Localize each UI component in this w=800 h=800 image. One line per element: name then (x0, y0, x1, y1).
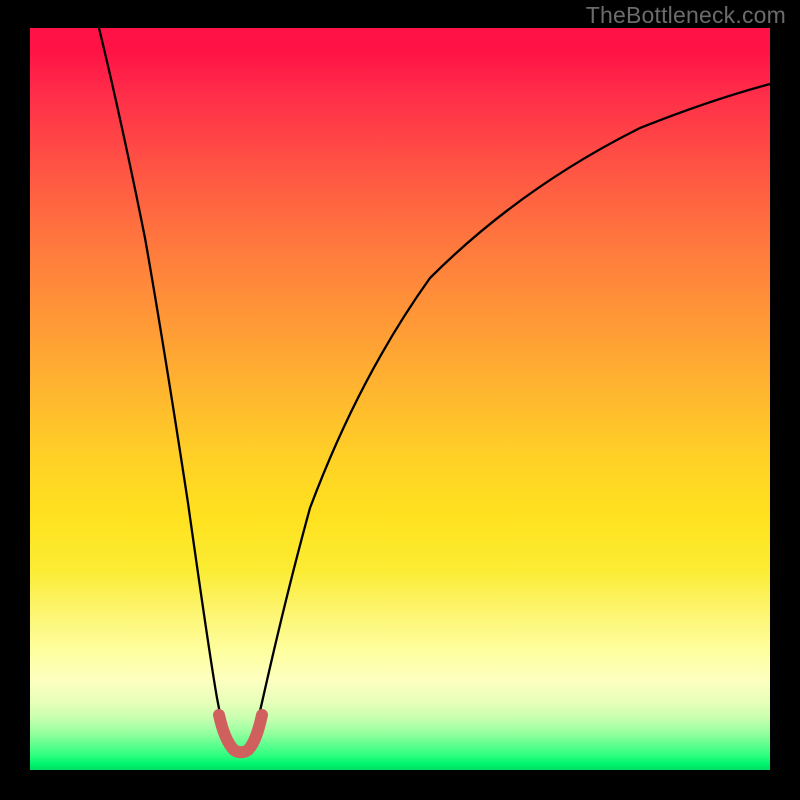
curve-right (257, 84, 770, 724)
curve-left (99, 28, 222, 724)
bottom-marker (219, 715, 262, 752)
plot-area (30, 28, 770, 770)
chart-frame: TheBottleneck.com (0, 0, 800, 800)
curve-layer (30, 28, 770, 770)
watermark-text: TheBottleneck.com (586, 2, 786, 29)
